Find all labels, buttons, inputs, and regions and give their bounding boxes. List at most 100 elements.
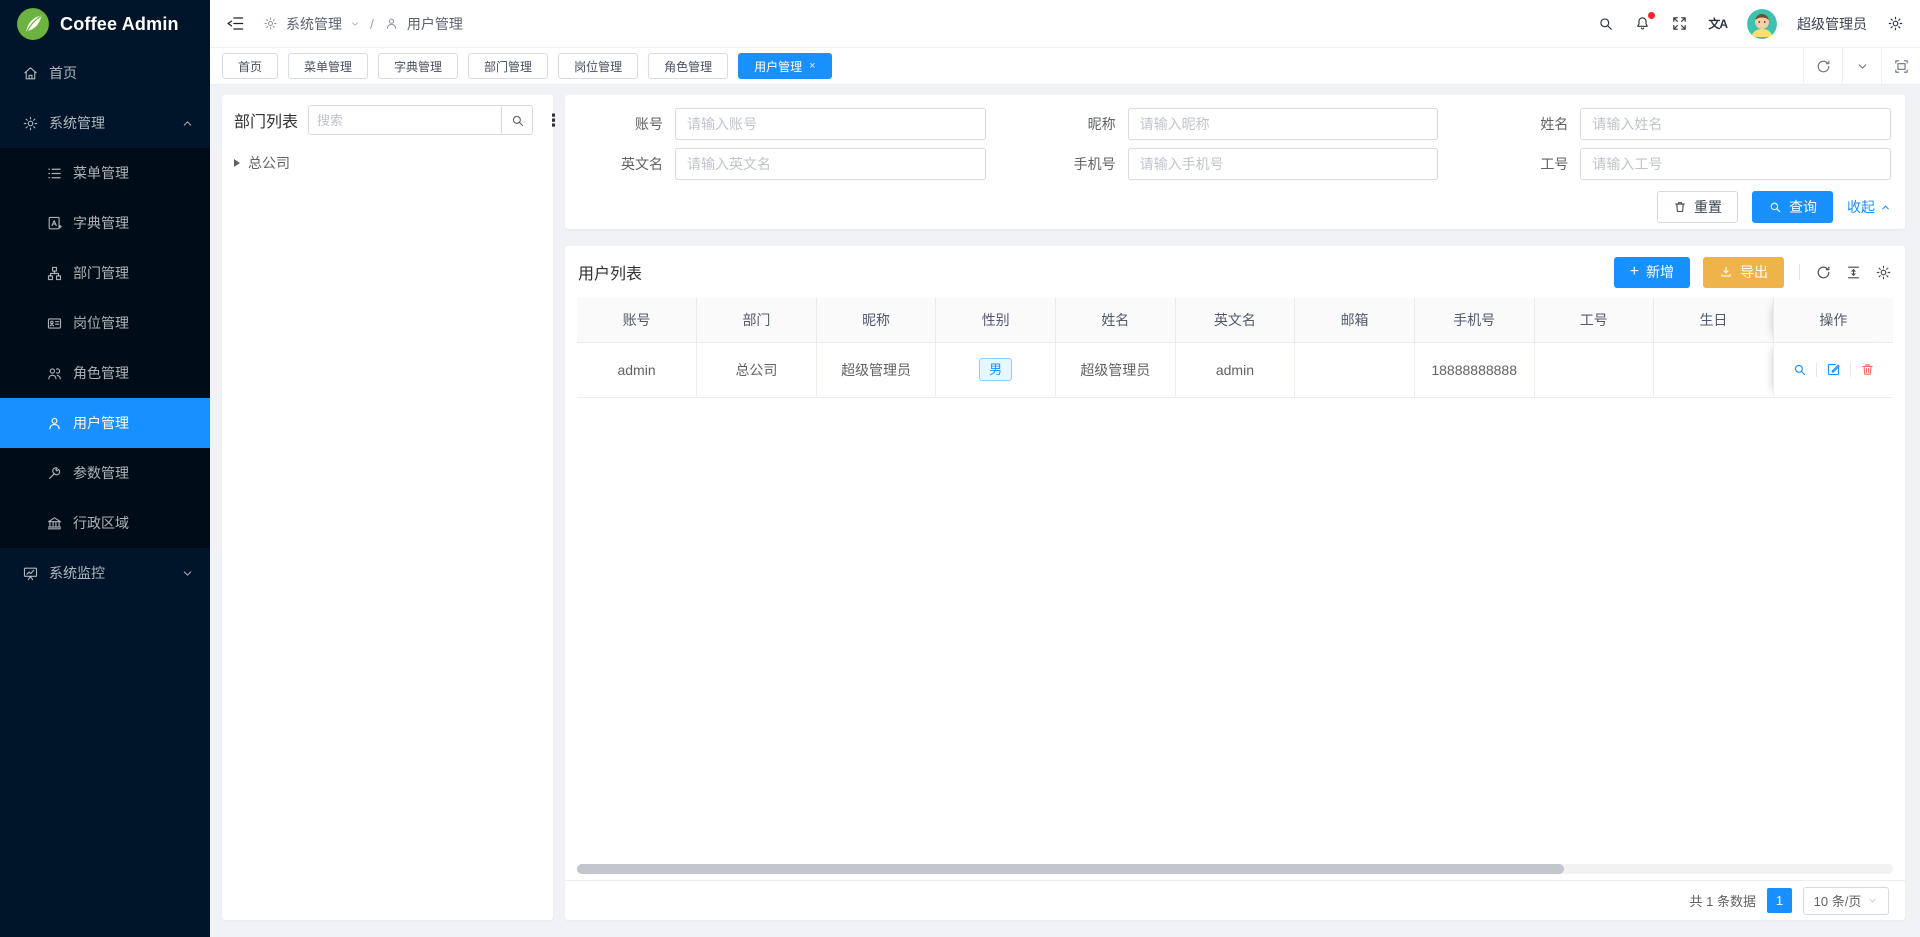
translate-icon[interactable]: 文A	[1708, 15, 1727, 32]
scrollbar-thumb[interactable]	[577, 864, 1564, 874]
sidebar-item-user-management[interactable]: 用户管理	[0, 398, 210, 448]
col-work-no[interactable]: 工号	[1534, 298, 1654, 342]
col-phone[interactable]: 手机号	[1414, 298, 1534, 342]
sidebar-item-system-monitor[interactable]: 系统监控	[0, 548, 210, 598]
tab-menu-management[interactable]: 菜单管理	[288, 53, 368, 79]
col-nickname[interactable]: 昵称	[816, 298, 936, 342]
search-icon[interactable]	[1597, 15, 1614, 32]
notification-dot	[1648, 12, 1655, 19]
row-height-icon[interactable]	[1845, 264, 1862, 281]
fullscreen-icon[interactable]	[1671, 15, 1688, 32]
tab-role-management[interactable]: 角色管理	[648, 53, 728, 79]
chevron-down-icon	[350, 19, 360, 29]
collapse-sidebar-icon[interactable]	[226, 14, 245, 33]
table-header-row: 账号 部门 昵称 性别 姓名 英文名 邮箱 手机号 工号 生日 操作	[577, 298, 1893, 342]
content-area: 部门列表 ⋮ 总公司 账号	[210, 86, 1920, 937]
tab-home[interactable]: 首页	[222, 53, 278, 79]
export-button[interactable]: 导出	[1703, 257, 1784, 288]
maximize-icon[interactable]	[1881, 48, 1920, 84]
col-name[interactable]: 姓名	[1056, 298, 1176, 342]
phone-input[interactable]	[1128, 148, 1439, 180]
gear-icon	[22, 115, 39, 132]
sidebar-item-role-management[interactable]: 角色管理	[0, 348, 210, 398]
nickname-input[interactable]	[1128, 108, 1439, 140]
name-input[interactable]	[1580, 108, 1891, 140]
col-sex[interactable]: 性别	[936, 298, 1056, 342]
cell-actions	[1773, 342, 1893, 397]
sex-tag: 男	[979, 358, 1012, 382]
sidebar-item-dept-management[interactable]: 部门管理	[0, 248, 210, 298]
sidebar-menu: 首页 系统管理 菜单管理 字典管理 部门管理 岗位管理	[0, 48, 210, 598]
dept-search-input[interactable]	[308, 105, 501, 135]
field-account: 账号	[571, 108, 986, 140]
action-divider	[1816, 363, 1817, 377]
field-name: 姓名	[1476, 108, 1891, 140]
dictionary-icon	[46, 215, 63, 232]
wrench-icon	[46, 465, 63, 482]
tab-dict-management[interactable]: 字典管理	[378, 53, 458, 79]
col-account[interactable]: 账号	[577, 298, 697, 342]
col-email[interactable]: 邮箱	[1295, 298, 1415, 342]
page-number-button[interactable]: 1	[1767, 888, 1792, 913]
delete-icon[interactable]	[1860, 362, 1875, 377]
leaf-logo-icon	[16, 7, 50, 41]
sidebar-item-menu-management[interactable]: 菜单管理	[0, 148, 210, 198]
chevron-up-icon	[181, 117, 194, 130]
cell-dept: 总公司	[697, 342, 817, 397]
menu-list-icon	[46, 165, 63, 182]
refresh-icon[interactable]	[1803, 48, 1842, 84]
reset-button[interactable]: 重置	[1657, 191, 1738, 223]
home-icon	[22, 65, 39, 82]
add-user-button[interactable]: + 新增	[1614, 257, 1690, 288]
pagination-bar: 共 1 条数据 1 10 条/页	[565, 880, 1905, 920]
avatar[interactable]	[1747, 9, 1777, 39]
header-actions: 文A 超级管理员	[1597, 9, 1904, 39]
col-en-name[interactable]: 英文名	[1175, 298, 1295, 342]
breadcrumb-level1[interactable]: 系统管理	[286, 14, 342, 34]
dept-search-button[interactable]	[501, 105, 533, 135]
tabbar-controls	[1803, 48, 1920, 84]
monitor-icon	[22, 565, 39, 582]
system-submenu: 菜单管理 字典管理 部门管理 岗位管理 角色管理 用户管理	[0, 148, 210, 548]
sidebar-item-home[interactable]: 首页	[0, 48, 210, 98]
total-count: 共 1 条数据	[1690, 891, 1756, 910]
id-card-icon	[46, 315, 63, 332]
page-size-select[interactable]: 10 条/页	[1803, 887, 1889, 915]
tab-user-management[interactable]: 用户管理 ×	[738, 53, 831, 79]
sidebar-item-param-management[interactable]: 参数管理	[0, 448, 210, 498]
caret-right-icon[interactable]	[234, 159, 240, 167]
account-input[interactable]	[675, 108, 986, 140]
tab-close-icon[interactable]: ×	[809, 60, 815, 72]
bank-icon	[46, 515, 63, 532]
sidebar-item-system-management[interactable]: 系统管理	[0, 98, 210, 148]
refresh-icon[interactable]	[1815, 264, 1832, 281]
breadcrumb-separator: /	[370, 16, 374, 32]
tab-dept-management[interactable]: 部门管理	[468, 53, 548, 79]
col-dept[interactable]: 部门	[697, 298, 817, 342]
view-icon[interactable]	[1792, 362, 1807, 377]
sidebar-item-admin-region[interactable]: 行政区域	[0, 498, 210, 548]
query-button[interactable]: 查询	[1752, 191, 1833, 223]
plus-icon: +	[1630, 264, 1639, 280]
current-username[interactable]: 超级管理员	[1797, 14, 1867, 34]
col-birthday[interactable]: 生日	[1654, 298, 1774, 342]
column-settings-gear-icon[interactable]	[1875, 264, 1892, 281]
sidebar-item-dict-management[interactable]: 字典管理	[0, 198, 210, 248]
kebab-menu-icon[interactable]: ⋮	[543, 112, 564, 129]
table-row[interactable]: admin 总公司 超级管理员 男 超级管理员 admin 1888888888…	[577, 342, 1893, 397]
chevron-down-icon[interactable]	[1842, 48, 1881, 84]
edit-icon[interactable]	[1826, 362, 1841, 377]
tree-node-head-office[interactable]: 总公司	[234, 149, 541, 177]
sidebar-item-post-management[interactable]: 岗位管理	[0, 298, 210, 348]
settings-gear-icon[interactable]	[1887, 15, 1904, 32]
user-table-panel: 用户列表 + 新增 导出	[565, 246, 1905, 920]
work-no-input[interactable]	[1580, 148, 1891, 180]
cell-name: 超级管理员	[1056, 342, 1176, 397]
field-phone: 手机号	[1024, 148, 1439, 180]
chevron-up-icon	[1880, 202, 1891, 213]
tab-post-management[interactable]: 岗位管理	[558, 53, 638, 79]
horizontal-scrollbar[interactable]	[577, 864, 1893, 874]
collapse-form-link[interactable]: 收起	[1847, 197, 1891, 217]
en-name-input[interactable]	[675, 148, 986, 180]
notification-bell-icon[interactable]	[1634, 15, 1651, 32]
